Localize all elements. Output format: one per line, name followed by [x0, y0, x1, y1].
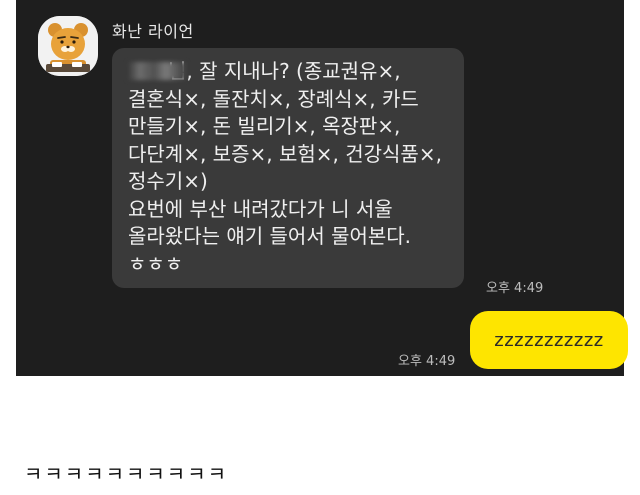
incoming-message-bubble[interactable]: 님, 잘 지내나? (종교권유×, 결혼식×, 돌잔치×, 장례식×, 카드 만…	[112, 48, 464, 288]
message-line: 님, 잘 지내나? (종교권유×,	[128, 58, 448, 86]
incoming-message-time: 오후 4:49	[486, 281, 544, 296]
chat-window: 화난 라이언 님, 잘 지내나? (종교권유×, 결혼식×, 돌잔치×, 장례식…	[16, 0, 628, 376]
message-line: 결혼식×, 돌잔치×, 장례식×, 카드	[128, 86, 419, 111]
outgoing-message-text: zzzzzzzzzzz	[494, 329, 604, 351]
message-line: 만들기×, 돈 빌리기×, 옥장판×,	[128, 114, 401, 138]
message-line: 올라왔다는 얘기 들어서 물어본다.	[128, 224, 412, 248]
outgoing-message-bubble[interactable]: zzzzzzzzzzz	[470, 311, 628, 369]
ryan-avatar-icon	[38, 16, 98, 76]
profile-avatar[interactable]	[38, 16, 98, 76]
message-line: 다단계×, 보증×, 보험×, 건강식품×,	[128, 141, 442, 166]
outgoing-message-time: 오후 4:49	[398, 354, 456, 369]
post-caption: ㅋㅋㅋㅋㅋㅋㅋㅋㅋㅋ	[24, 462, 228, 486]
message-line-text: 님, 잘 지내나? (종교권유×,	[168, 59, 401, 83]
sender-name: 화난 라이언	[112, 22, 194, 41]
message-line: 요번에 부산 내려갔다가 니 서울	[128, 196, 393, 221]
blurred-name-redaction-icon	[128, 62, 186, 80]
message-line: ㅎㅎㅎ	[128, 251, 184, 276]
message-line: 정수기×)	[128, 169, 208, 193]
